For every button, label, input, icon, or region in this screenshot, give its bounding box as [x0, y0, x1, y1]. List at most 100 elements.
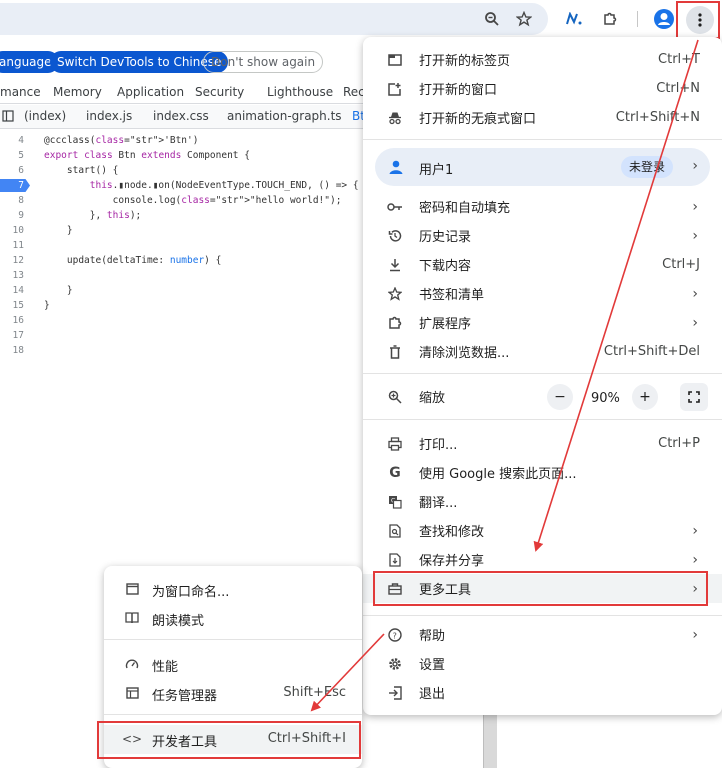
zoom-out-button[interactable]: − — [547, 384, 573, 410]
menu-save-share[interactable]: 保存并分享 › — [363, 545, 722, 574]
chevron-right-icon: › — [692, 198, 698, 215]
code-line: 7 this.▮node.▮on(NodeEventType.TOUCH_END… — [0, 178, 365, 193]
tab-recorder[interactable]: Rec — [343, 85, 365, 99]
chevron-right-icon: › — [692, 314, 698, 331]
line-number[interactable]: 6 — [0, 163, 24, 178]
menu-incognito[interactable]: 打开新的无痕式窗口 Ctrl+Shift+N — [363, 103, 722, 132]
submenu-divider — [104, 714, 362, 715]
menu-settings[interactable]: 设置 — [363, 649, 722, 678]
submenu-name-window[interactable]: 为窗口命名... — [104, 575, 362, 604]
dont-show-button[interactable]: Don't show again — [203, 51, 324, 73]
zoom-in-button[interactable]: + — [632, 384, 658, 410]
line-number[interactable]: 12 — [0, 253, 24, 268]
browser-toolbar — [0, 0, 722, 40]
star-icon — [387, 286, 403, 302]
menu-history[interactable]: 历史记录 › — [363, 221, 722, 250]
devtools-panel-tabs: mance Memory Application Security Lighth… — [0, 82, 365, 104]
menu-downloads[interactable]: 下载内容 Ctrl+J — [363, 250, 722, 279]
menu-exit[interactable]: 退出 — [363, 678, 722, 707]
switch-chinese-button[interactable]: Switch DevTools to Chinese — [50, 51, 229, 73]
chevron-right-icon: › — [692, 227, 698, 244]
code-text: } — [44, 285, 73, 296]
line-number[interactable]: 14 — [0, 283, 24, 298]
zoom-icon[interactable] — [481, 8, 503, 30]
star-icon[interactable] — [513, 8, 535, 30]
line-number[interactable]: 4 — [0, 133, 24, 148]
line-number[interactable]: 8 — [0, 193, 24, 208]
file-tab-index-css[interactable]: index.css — [153, 109, 209, 123]
menu-translate[interactable]: G 翻译... — [363, 487, 722, 516]
code-text: console.log(class="str">"hello world!"); — [44, 195, 342, 206]
gear-icon — [387, 656, 403, 672]
menu-clear-data[interactable]: 清除浏览数据... Ctrl+Shift+Del — [363, 337, 722, 366]
key-icon — [387, 199, 403, 215]
trash-icon — [387, 344, 403, 360]
line-number[interactable]: 11 — [0, 238, 24, 253]
code-line: 14 } — [0, 283, 365, 298]
code-line: 11 — [0, 238, 365, 253]
devtools-highlight-box — [97, 721, 361, 759]
menu-print[interactable]: 打印... Ctrl+P — [363, 429, 722, 458]
puzzle-icon[interactable] — [599, 8, 621, 30]
help-icon: ? — [387, 627, 403, 643]
menu-help[interactable]: ? 帮助 › — [363, 620, 722, 649]
file-tab-index[interactable]: (index) — [24, 109, 66, 123]
sidebar-toggle-icon[interactable] — [2, 110, 14, 125]
menu-passwords[interactable]: 密码和自动填充 › — [363, 192, 722, 221]
menu-new-tab[interactable]: 打开新的标签页 Ctrl+T — [363, 45, 722, 74]
fullscreen-icon[interactable] — [680, 383, 708, 411]
menu-new-window[interactable]: 打开新的窗口 Ctrl+N — [363, 74, 722, 103]
chevron-right-icon: › — [692, 285, 698, 302]
line-number[interactable]: 16 — [0, 313, 24, 328]
line-number[interactable]: 13 — [0, 268, 24, 283]
line-number[interactable]: 15 — [0, 298, 24, 313]
code-line: 15} — [0, 298, 365, 313]
extension-n-icon[interactable] — [563, 8, 585, 30]
line-number[interactable]: 17 — [0, 328, 24, 343]
window-icon — [124, 581, 140, 597]
code-line: 9 }, this); — [0, 208, 365, 223]
submenu-reading-mode[interactable]: 朗读模式 — [104, 604, 362, 633]
menu-google-search[interactable]: G 使用 Google 搜索此页面... — [363, 458, 722, 487]
save-page-icon — [387, 552, 403, 568]
file-tab-index-js[interactable]: index.js — [86, 109, 132, 123]
incognito-icon — [387, 110, 403, 126]
line-number[interactable]: 7 — [0, 178, 24, 193]
code-line: 6 start() { — [0, 163, 365, 178]
menu-bookmarks[interactable]: 书签和清单 › — [363, 279, 722, 308]
menu-divider — [363, 139, 722, 140]
menu-profile[interactable]: 用户1 未登录 › — [375, 148, 710, 186]
menu-divider — [363, 373, 722, 374]
submenu-performance[interactable]: 性能 — [104, 650, 362, 679]
more-tools-highlight-box — [373, 571, 708, 606]
menu-find-edit[interactable]: 查找和修改 › — [363, 516, 722, 545]
avatar-icon[interactable] — [654, 9, 674, 29]
code-text: @ccclass(class="str">'Btn') — [44, 135, 199, 146]
code-editor[interactable]: 4 @ccclass(class="str">'Btn') 5 export clas… — [0, 133, 365, 358]
tab-performance[interactable]: mance — [0, 85, 41, 99]
tab-application[interactable]: Application — [117, 85, 184, 99]
zoom-level: 90% — [591, 391, 620, 406]
line-number[interactable]: 18 — [0, 343, 24, 358]
submenu-divider — [104, 639, 362, 640]
devtools-file-tabs: (index) index.js index.css animation-gra… — [0, 105, 365, 129]
line-number[interactable]: 5 — [0, 148, 24, 163]
printer-icon — [387, 436, 403, 452]
scrollbar[interactable] — [483, 714, 497, 768]
code-line: 18 — [0, 343, 365, 358]
line-number[interactable]: 10 — [0, 223, 24, 238]
address-bar[interactable] — [0, 3, 548, 35]
file-tab-animation-graph[interactable]: animation-graph.ts — [227, 109, 342, 123]
tab-lighthouse[interactable]: Lighthouse — [267, 85, 333, 99]
chevron-right-icon: › — [692, 522, 698, 539]
tab-memory[interactable]: Memory — [53, 85, 102, 99]
code-text: export class Btn extends Component { — [44, 150, 250, 161]
new-window-icon — [387, 81, 403, 97]
find-page-icon — [387, 523, 403, 539]
menu-extensions[interactable]: 扩展程序 › — [363, 308, 722, 337]
submenu-task-manager[interactable]: 任务管理器 Shift+Esc — [104, 679, 362, 708]
tab-security[interactable]: Security — [195, 85, 244, 99]
code-text: start() { — [44, 165, 119, 176]
line-number[interactable]: 9 — [0, 208, 24, 223]
history-icon — [387, 228, 403, 244]
